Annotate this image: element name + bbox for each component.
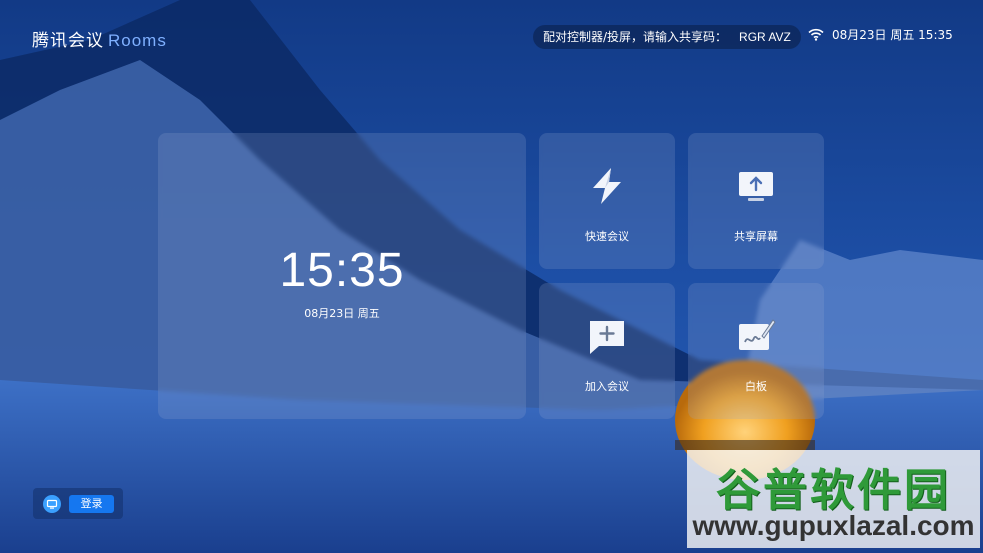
- lightning-icon: [593, 168, 621, 204]
- wifi-icon: [808, 28, 824, 41]
- screen-icon: [43, 495, 61, 513]
- share-screen-icon: [739, 172, 773, 201]
- join-meeting-button[interactable]: 加入会议: [539, 283, 675, 419]
- share-screen-label: 共享屏幕: [734, 230, 778, 243]
- watermark-cn: 谷普软件园: [716, 465, 951, 516]
- quick-meeting-label: 快速会议: [585, 230, 629, 243]
- whiteboard-label: 白板: [745, 380, 767, 393]
- login-button[interactable]: 登录: [69, 495, 114, 513]
- share-code-pill: 配对控制器/投屏，请输入共享码： RGR AVZ: [533, 25, 801, 49]
- clock-date: 08月23日 周五: [304, 307, 380, 320]
- whiteboard-button[interactable]: 白板: [688, 283, 824, 419]
- status-datetime: 08月23日 周五 15:35: [832, 28, 953, 42]
- share-screen-button[interactable]: 共享屏幕: [688, 133, 824, 269]
- join-meeting-icon: [590, 321, 624, 354]
- share-prompt: 配对控制器/投屏，请输入共享码：: [543, 30, 728, 44]
- quick-meeting-button[interactable]: 快速会议: [539, 133, 675, 269]
- watermark-url: www.gupuxlazal.com: [692, 510, 975, 541]
- clock-time: 15:35: [279, 244, 405, 297]
- clock-panel: 15:35 08月23日 周五: [158, 133, 526, 419]
- whiteboard-icon: [739, 319, 776, 350]
- status-bar: 08月23日 周五 15:35: [808, 26, 953, 43]
- share-code: RGR AVZ: [739, 30, 791, 44]
- watermark: 谷普软件园 www.gupuxlazal.com: [687, 450, 980, 548]
- login-area: 登录: [33, 488, 123, 519]
- brand-en: Rooms: [108, 31, 167, 50]
- brand-cn: 腾讯会议: [32, 31, 104, 51]
- join-meeting-label: 加入会议: [585, 380, 629, 393]
- app-brand: 腾讯会议 Rooms: [32, 26, 167, 51]
